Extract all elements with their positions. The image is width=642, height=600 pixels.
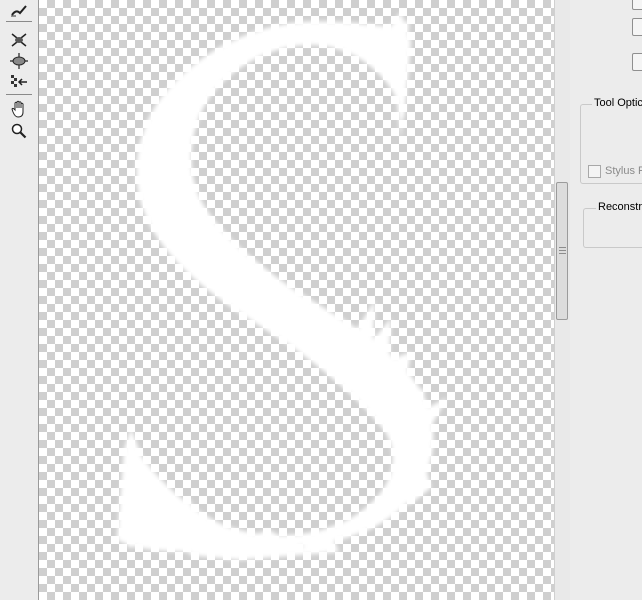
hand-tool[interactable] bbox=[8, 99, 30, 119]
reconstruct-options-title: Reconstr bbox=[596, 201, 642, 213]
toolbar-divider bbox=[6, 21, 32, 22]
canvas-vertical-scrollbar[interactable] bbox=[554, 0, 570, 600]
scrollbar-grip bbox=[559, 247, 566, 248]
scrollbar-thumb[interactable] bbox=[556, 182, 568, 320]
stylus-pressure-checkbox[interactable] bbox=[588, 165, 601, 178]
tools-toolbar bbox=[0, 0, 39, 600]
panel-button[interactable] bbox=[632, 0, 642, 10]
reconstruct-options-group bbox=[583, 208, 642, 248]
panel-button[interactable] bbox=[632, 18, 642, 36]
magnifier-icon bbox=[11, 123, 27, 139]
zoom-tool[interactable] bbox=[8, 121, 30, 141]
pucker-icon bbox=[11, 33, 27, 47]
stylus-pressure-label: Stylus F bbox=[605, 165, 642, 177]
hand-icon bbox=[11, 100, 24, 118]
toolbar-divider bbox=[6, 94, 32, 95]
scrollbar-grip bbox=[559, 253, 566, 254]
tool-options-title: Tool Optic bbox=[592, 97, 642, 109]
scrollbar-grip bbox=[559, 250, 566, 251]
letter-s-artwork bbox=[117, 12, 447, 560]
preview-canvas[interactable] bbox=[39, 0, 554, 600]
panel-button[interactable] bbox=[632, 53, 642, 71]
bloat-icon bbox=[10, 53, 28, 69]
push-left-icon bbox=[11, 75, 27, 87]
push-left-tool[interactable] bbox=[8, 72, 30, 92]
options-panel bbox=[570, 0, 642, 600]
forward-warp-tool[interactable] bbox=[8, 0, 30, 20]
brush-icon bbox=[11, 5, 27, 17]
pucker-tool[interactable] bbox=[8, 30, 30, 50]
bloat-tool[interactable] bbox=[8, 51, 30, 71]
